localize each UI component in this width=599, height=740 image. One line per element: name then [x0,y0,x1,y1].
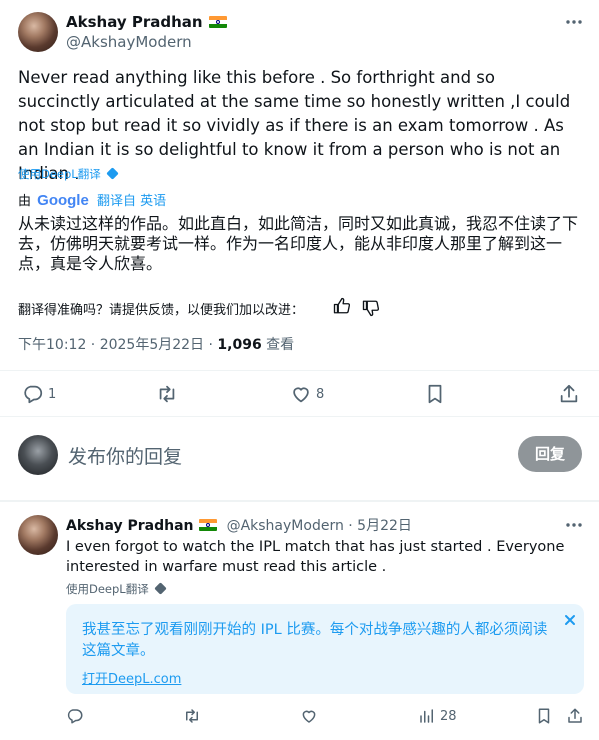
reply-like-icon[interactable] [300,707,318,725]
deepl-translation-text: 我甚至忘了观看刚刚开始的 IPL 比赛。每个对战争感兴趣的人都必须阅读这篇文章。 [82,622,548,659]
views-count: 1,096 [217,337,262,353]
reply-author-row: Akshay Pradhan @AkshayModern · 5月22日 [66,515,412,535]
reply-more-options-icon[interactable] [564,517,584,533]
translation-text: 从未读过这样的作品。如此直白，如此简洁，同时又如此真诚，我忍不住读了下去，仿佛明… [18,214,579,273]
india-flag-icon [199,519,218,531]
timestamp[interactable]: 下午10:12 · 2025年5月22日 · [18,337,217,353]
like-icon[interactable] [290,383,312,405]
reply-button[interactable]: 回复 [518,436,582,472]
share-icon[interactable] [558,383,580,405]
close-icon[interactable] [564,614,576,626]
reply-views-icon[interactable] [418,707,436,725]
translation-feedback-prompt: 翻译得准确吗？请提供反馈，以便我们加以改进： [18,303,305,318]
more-options-icon[interactable] [564,14,584,30]
author-name[interactable]: Akshay Pradhan [66,13,203,31]
retweet-icon[interactable] [156,383,178,405]
reply-share-icon[interactable] [566,707,584,725]
reply-icon[interactable] [22,383,44,405]
thumbs-up-icon[interactable] [333,297,351,315]
divider [0,500,599,502]
author-name-row: Akshay Pradhan [66,12,227,31]
deepl-translate-link[interactable]: 使用DeepL翻译 [18,166,120,182]
reply-bookmark-icon[interactable] [535,707,553,725]
reply-count: 1 [48,387,57,402]
bookmark-icon[interactable] [424,383,446,405]
deepl-translation-box: 我甚至忘了观看刚刚开始的 IPL 比赛。每个对战争感兴趣的人都必须阅读这篇文章。… [66,604,584,694]
reply-reply-icon[interactable] [66,707,84,725]
timestamp-row: 下午10:12 · 2025年5月22日 · 1,096 查看 [18,334,294,354]
reply-composer-input[interactable]: 发布你的回复 [68,442,182,469]
thumbs-down-icon[interactable] [362,299,380,317]
reply-views-count: 28 [440,709,457,724]
translated-by-row: 由 Google 翻译自 英语 [18,190,166,209]
reply-author-name[interactable]: Akshay Pradhan [66,518,193,534]
divider [0,416,599,417]
reply-deepl-label: 使用DeepL翻译 [66,582,149,596]
reply-retweet-icon[interactable] [183,707,201,725]
india-flag-icon [208,16,227,28]
google-logo: Google [37,192,89,209]
reply-author-handle[interactable]: @AkshayModern · 5月22日 [227,518,412,534]
deepl-icon [154,582,168,595]
translated-from-link[interactable]: 翻译自 英语 [97,194,166,209]
translated-by-prefix: 由 [18,194,32,209]
deepl-icon [106,167,120,180]
current-user-avatar[interactable] [18,435,58,475]
open-deepl-link[interactable]: 打开DeepL.com [82,668,181,687]
reply-author-avatar[interactable] [18,515,58,555]
author-handle[interactable]: @AkshayModern [66,33,192,51]
deepl-label: 使用DeepL翻译 [18,167,101,181]
reply-deepl-translate-link[interactable]: 使用DeepL翻译 [66,581,168,597]
reply-tweet-text: I even forgot to watch the IPL match tha… [66,539,565,575]
like-count: 8 [316,387,325,402]
views-label: 查看 [261,337,295,353]
divider [0,370,599,371]
author-avatar[interactable] [18,12,58,52]
